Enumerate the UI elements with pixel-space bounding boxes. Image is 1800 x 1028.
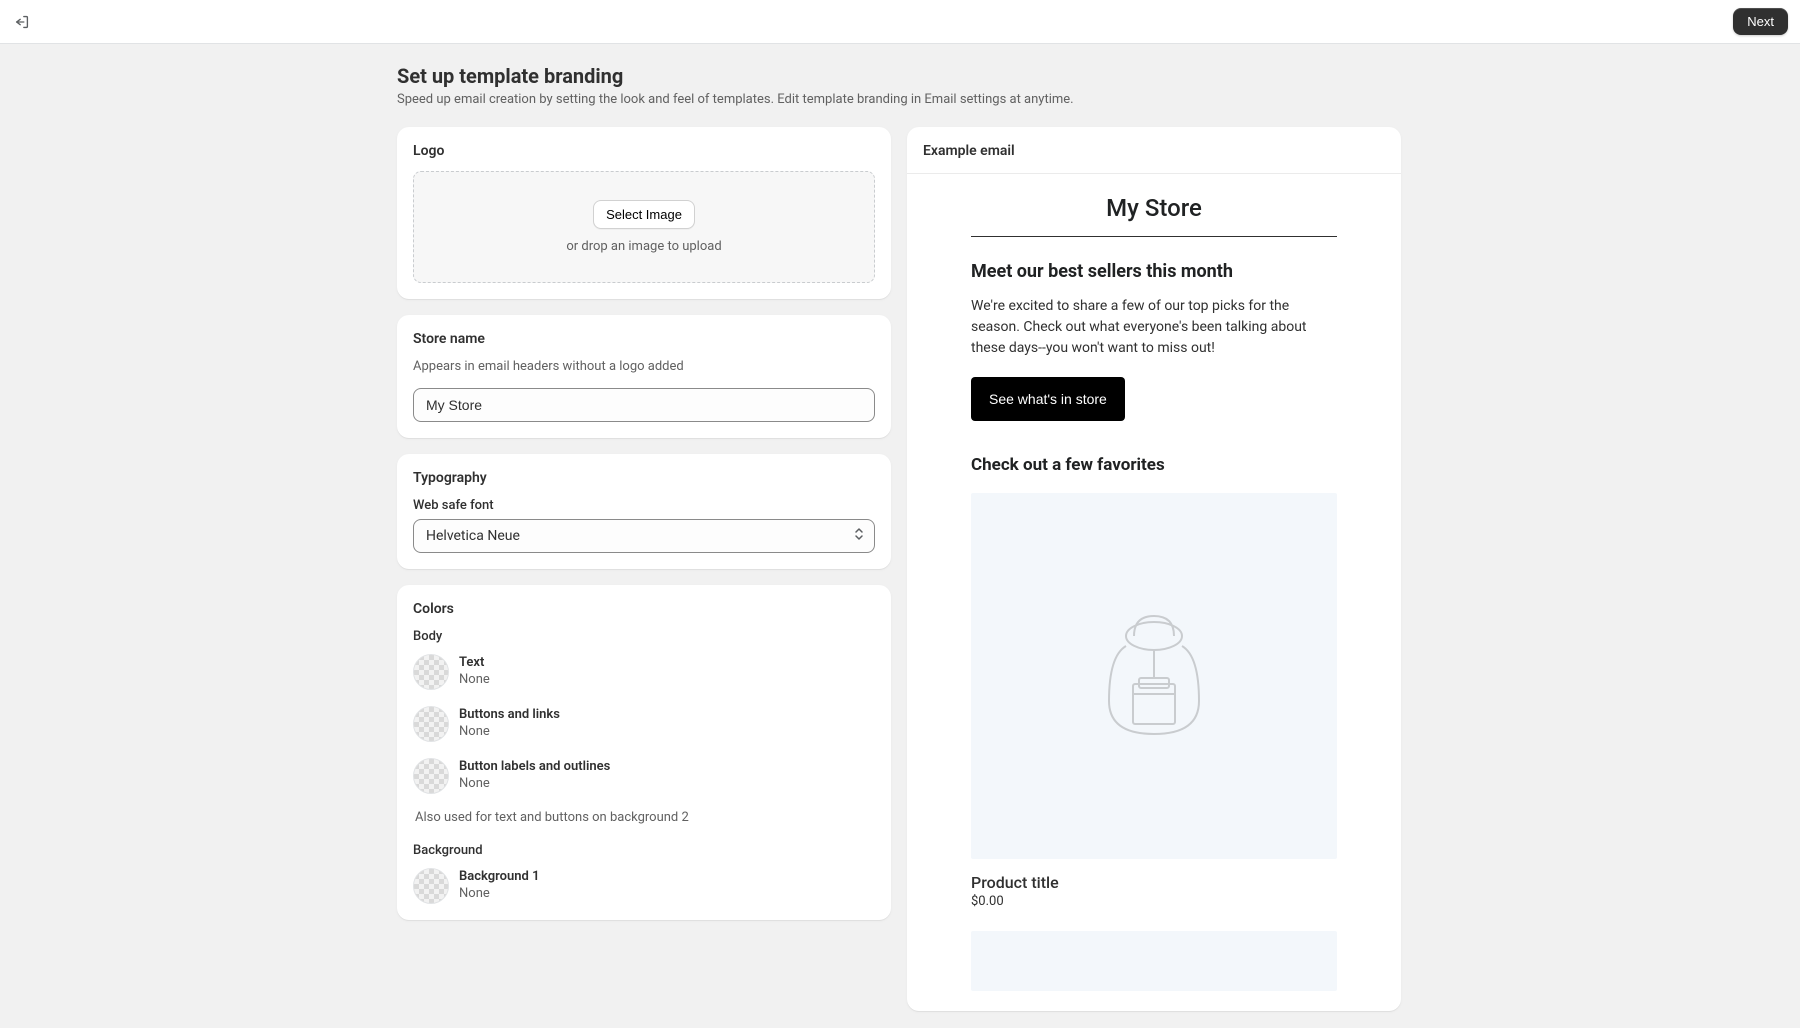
color-swatch[interactable] — [413, 868, 449, 904]
page-title: Set up template branding — [397, 64, 1403, 88]
typography-heading: Typography — [413, 470, 875, 486]
store-name-helper: Appears in email headers without a logo … — [413, 359, 875, 374]
color-label: Button labels and outlines — [459, 759, 610, 776]
page-background: Set up template branding Speed up email … — [0, 44, 1800, 1028]
color-row-text: Text None — [413, 654, 875, 690]
color-value: None — [459, 724, 560, 741]
backpack-icon — [1089, 606, 1219, 746]
font-select[interactable]: Helvetica Neue — [413, 519, 875, 553]
color-label: Buttons and links — [459, 707, 560, 724]
preview-product-image — [971, 493, 1337, 859]
select-image-button[interactable]: Select Image — [593, 200, 695, 229]
color-swatch[interactable] — [413, 758, 449, 794]
color-label: Text — [459, 655, 490, 672]
exit-icon[interactable] — [12, 12, 32, 32]
preview-store-name: My Store — [971, 194, 1337, 237]
page-subtitle: Speed up email creation by setting the l… — [397, 92, 1403, 107]
preview-paragraph: We're excited to share a few of our top … — [971, 296, 1337, 359]
color-row-bg1: Background 1 None — [413, 868, 875, 904]
next-button[interactable]: Next — [1733, 8, 1788, 35]
color-swatch[interactable] — [413, 706, 449, 742]
preview-heading: Example email — [907, 127, 1401, 174]
color-row-button-labels: Button labels and outlines None — [413, 758, 875, 794]
topbar: Next — [0, 0, 1800, 44]
store-name-input[interactable] — [413, 388, 875, 422]
colors-card: Colors Body Text None Buttons and links — [397, 585, 891, 920]
preview-headline: Meet our best sellers this month — [971, 261, 1337, 282]
logo-dropzone[interactable]: Select Image or drop an image to upload — [413, 171, 875, 283]
font-label: Web safe font — [413, 498, 875, 513]
logo-heading: Logo — [413, 143, 875, 159]
color-value: None — [459, 886, 540, 903]
typography-card: Typography Web safe font Helvetica Neue — [397, 454, 891, 569]
color-value: None — [459, 776, 610, 793]
colors-note: Also used for text and buttons on backgr… — [415, 810, 875, 825]
preview-product-price: $0.00 — [971, 894, 1337, 909]
color-label: Background 1 — [459, 869, 540, 886]
preview-subheadline: Check out a few favorites — [971, 455, 1337, 475]
color-row-buttons: Buttons and links None — [413, 706, 875, 742]
preview-product-title: Product title — [971, 873, 1337, 892]
preview-cta-button[interactable]: See what's in store — [971, 377, 1125, 421]
logo-drop-text: or drop an image to upload — [430, 239, 858, 254]
preview-card: Example email My Store Meet our best sel… — [907, 127, 1401, 1011]
color-swatch[interactable] — [413, 654, 449, 690]
colors-body-label: Body — [413, 629, 875, 644]
preview-product-image-2 — [971, 931, 1337, 991]
colors-background-label: Background — [413, 843, 875, 858]
preview-body: My Store Meet our best sellers this mont… — [907, 174, 1401, 1011]
colors-heading: Colors — [413, 601, 875, 617]
store-name-heading: Store name — [413, 331, 875, 347]
store-name-card: Store name Appears in email headers with… — [397, 315, 891, 438]
color-value: None — [459, 672, 490, 689]
logo-card: Logo Select Image or drop an image to up… — [397, 127, 891, 299]
